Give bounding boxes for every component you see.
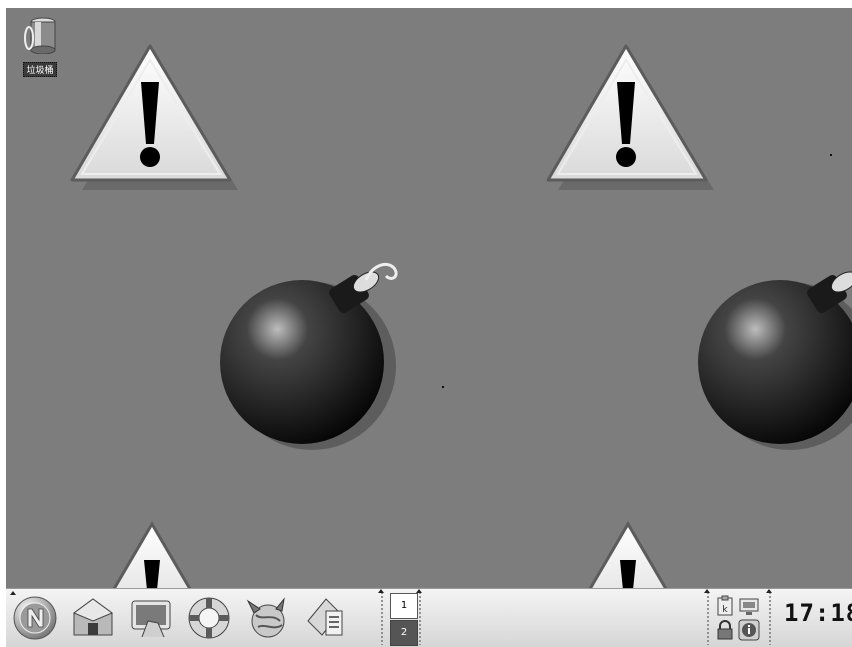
info-icon[interactable] [738, 619, 760, 641]
panel-handle[interactable] [768, 591, 772, 645]
clock[interactable]: 17:18 [784, 599, 852, 627]
warning-icon [112, 521, 192, 588]
warning-icon [70, 44, 238, 190]
bomb-icon [220, 263, 398, 450]
svg-text:k: k [722, 605, 728, 615]
panel-handle[interactable] [380, 591, 384, 645]
taskbar: 1 2 k 17:18 [6, 588, 852, 647]
warning-icon [546, 44, 714, 190]
panel-handle[interactable] [418, 591, 422, 645]
network-icon[interactable] [738, 595, 760, 617]
desktop-speck [830, 154, 832, 156]
trash-label: 垃圾桶 [23, 62, 57, 77]
panel-arrow-icon[interactable] [378, 589, 384, 593]
panel-arrow-icon[interactable] [766, 589, 772, 593]
panel-arrow-icon[interactable] [416, 589, 422, 593]
lock-icon[interactable] [714, 619, 736, 641]
bomb-icon [698, 271, 852, 450]
desktop-icon[interactable] [128, 595, 174, 641]
panel-handle[interactable] [706, 591, 710, 645]
office-icon[interactable] [302, 595, 348, 641]
kmenu-n-icon[interactable] [12, 595, 58, 641]
pager-desktop-1[interactable]: 1 [390, 593, 418, 619]
desktop-background[interactable]: 垃圾桶 [6, 8, 852, 588]
trash-desktop-icon[interactable]: 垃圾桶 [16, 16, 64, 77]
trash-icon [24, 17, 56, 55]
web-browser-icon[interactable] [244, 595, 290, 641]
warning-icon [588, 521, 668, 588]
desktop-speck [442, 386, 444, 388]
home-icon[interactable] [70, 595, 116, 641]
pager-desktop-2[interactable]: 2 [390, 620, 418, 646]
panel-arrow-icon[interactable] [704, 589, 710, 593]
klipper-icon[interactable]: k [714, 595, 736, 617]
help-lifebuoy-icon[interactable] [186, 595, 232, 641]
